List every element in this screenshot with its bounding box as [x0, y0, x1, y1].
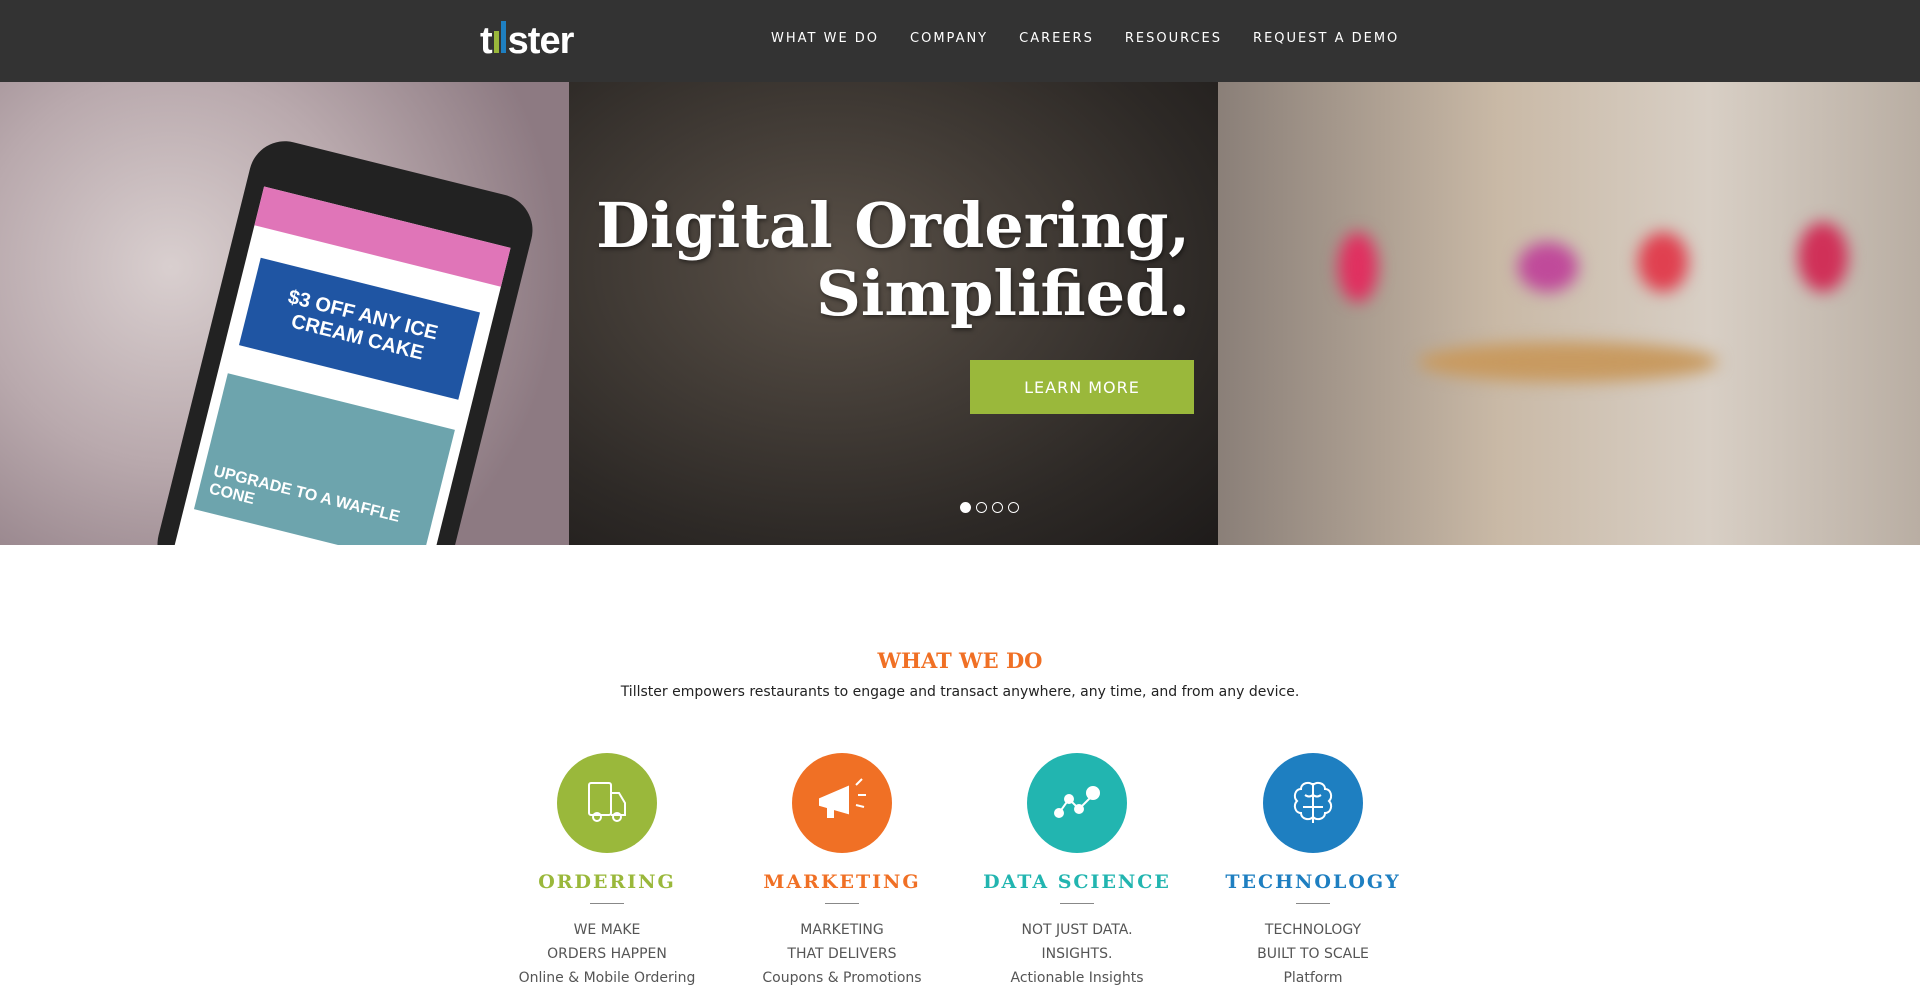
promo-text: UPGRADE TO A WAFFLE CONE	[193, 373, 455, 545]
feature-line: WE MAKE	[573, 922, 641, 938]
nav-careers[interactable]: CAREERS	[1019, 31, 1094, 46]
header: t ster WHAT WE DO COMPANY CAREERS RESOURC…	[0, 0, 1920, 82]
feature-line: ORDERS HAPPEN	[547, 946, 667, 962]
carousel-dot-2[interactable]	[976, 502, 987, 513]
feature-data-science[interactable]: DATA SCIENCE NOT JUST DATA. INSIGHTS. Ac…	[962, 753, 1192, 990]
feature-line: INSIGHTS.	[1041, 946, 1113, 962]
feature-heading: MARKETING	[763, 871, 921, 893]
hero-image-right	[1218, 82, 1920, 545]
coupon-text: $3 OFF ANY ICE CREAM CAKE	[238, 257, 481, 400]
main-nav: WHAT WE DO COMPANY CAREERS RESOURCES REQ…	[771, 31, 1399, 46]
tillster-logo[interactable]: t ster	[480, 20, 574, 63]
nav-what-we-do[interactable]: WHAT WE DO	[771, 31, 879, 46]
hero-title-line2: Simplified.	[816, 257, 1190, 330]
carousel-dots	[960, 502, 1019, 513]
divider	[825, 903, 859, 904]
hero-image-left: $3 OFF ANY ICE CREAM CAKE UPGRADE TO A W…	[0, 82, 569, 545]
nav-resources[interactable]: RESOURCES	[1125, 31, 1222, 46]
feature-heading: ORDERING	[538, 871, 676, 893]
feature-technology[interactable]: TECHNOLOGY TECHNOLOGY BUILT TO SCALE Pla…	[1198, 753, 1428, 990]
brain-icon	[1263, 753, 1363, 853]
feature-line: NOT JUST DATA.	[1021, 922, 1133, 938]
feature-line: BUILT TO SCALE	[1257, 946, 1369, 962]
carousel-dot-4[interactable]	[1008, 502, 1019, 513]
section-title: WHAT WE DO	[877, 648, 1043, 673]
feature-line: MARKETING	[800, 922, 884, 938]
divider	[1060, 903, 1094, 904]
truck-icon	[557, 753, 657, 853]
feature-heading: DATA SCIENCE	[983, 871, 1171, 893]
carousel-dot-3[interactable]	[992, 502, 1003, 513]
feature-marketing[interactable]: MARKETING MARKETING THAT DELIVERS Coupon…	[727, 753, 957, 990]
learn-more-button[interactable]: LEARN MORE	[970, 360, 1194, 414]
feature-line: THAT DELIVERS	[787, 946, 897, 962]
feature-line: Online & Mobile Ordering	[518, 970, 696, 986]
feature-ordering[interactable]: ORDERING WE MAKE ORDERS HAPPEN Online & …	[492, 753, 722, 990]
divider	[1296, 903, 1330, 904]
phone-image: $3 OFF ANY ICE CREAM CAKE UPGRADE TO A W…	[149, 133, 541, 545]
nav-company[interactable]: COMPANY	[910, 31, 988, 46]
feature-line: TECHNOLOGY	[1264, 922, 1362, 938]
data-graph-icon	[1027, 753, 1127, 853]
divider	[590, 903, 624, 904]
section-tagline: Tillster empowers restaurants to engage …	[620, 684, 1300, 700]
feature-line: Coupons & Promotions	[762, 970, 922, 986]
hero-title-line1: Digital Ordering,	[596, 189, 1190, 262]
nav-request-demo[interactable]: REQUEST A DEMO	[1253, 31, 1399, 46]
megaphone-icon	[792, 753, 892, 853]
feature-heading: TECHNOLOGY	[1225, 871, 1401, 893]
feature-line: Platform	[1283, 970, 1343, 986]
feature-line: Actionable Insights	[1010, 970, 1144, 986]
hero-title: Digital Ordering, Simplified.	[596, 192, 1190, 328]
hero-carousel: $3 OFF ANY ICE CREAM CAKE UPGRADE TO A W…	[0, 82, 1920, 545]
carousel-dot-1[interactable]	[960, 502, 971, 513]
